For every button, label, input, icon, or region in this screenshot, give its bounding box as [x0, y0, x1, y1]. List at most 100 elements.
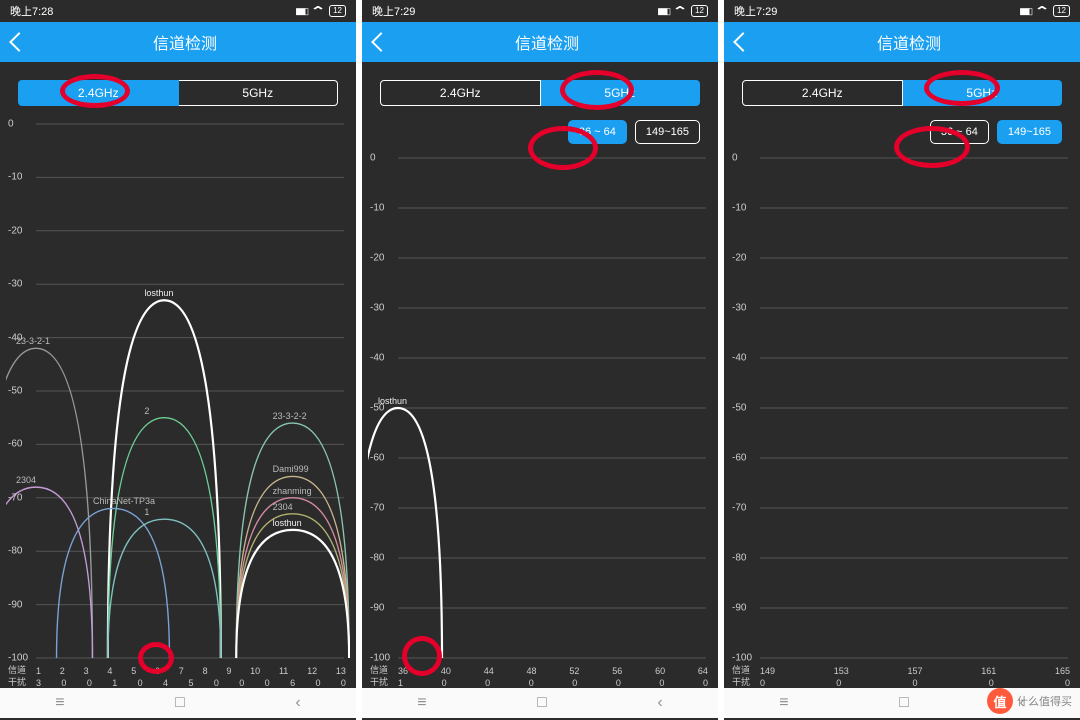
x-interference-value: 0	[989, 678, 994, 688]
status-bar: 晚上7:2812	[0, 0, 356, 22]
x-channel-label: 165	[1055, 666, 1070, 676]
watermark-badge: 值	[987, 688, 1013, 714]
recent-apps-icon[interactable]: ≡	[779, 694, 788, 712]
battery-indicator: 12	[1053, 5, 1070, 17]
network-label: losthun	[144, 288, 173, 298]
subtab-36-64[interactable]: 36 ~ 64	[568, 120, 627, 144]
title-bar: 信道检测	[724, 22, 1080, 62]
x-interference-value: 0	[442, 678, 447, 688]
x-channels-row: 3640444852566064	[398, 666, 708, 676]
recent-apps-icon[interactable]: ≡	[417, 694, 426, 712]
y-tick-label: -50	[732, 403, 746, 414]
x-channel-label: 60	[655, 666, 665, 676]
y-tick-label: -30	[8, 279, 22, 290]
y-tick-label: -10	[732, 203, 746, 214]
home-icon[interactable]: □	[899, 694, 909, 712]
wifi-icon	[1037, 4, 1047, 18]
tab-5ghz[interactable]: 5GHz	[541, 80, 701, 106]
y-tick-label: -60	[370, 453, 384, 464]
y-tick-label: -70	[8, 492, 22, 503]
network-label: Dami999	[273, 464, 309, 474]
y-tick-label: -10	[370, 203, 384, 214]
y-tick-label: -20	[732, 253, 746, 264]
y-tick-label: -40	[370, 353, 384, 364]
y-tick-label: -50	[8, 386, 22, 397]
recent-apps-icon[interactable]: ≡	[55, 694, 64, 712]
x-interference-value: 1	[398, 678, 403, 688]
y-tick-label: -100	[732, 653, 752, 664]
network-label: 23-3-2-1	[16, 336, 50, 346]
x-channel-label: 4	[107, 666, 112, 676]
x-channel-label: 48	[527, 666, 537, 676]
network-label: 1	[144, 507, 149, 517]
network-label: 2	[144, 406, 149, 416]
x-channel-label: 11	[279, 666, 288, 676]
tab-5ghz[interactable]: 5GHz	[179, 80, 339, 106]
status-time: 晚上7:29	[372, 3, 415, 19]
x-channel-label: 153	[834, 666, 849, 676]
x-interference-row: 3001045000600	[36, 678, 346, 688]
status-time: 晚上7:28	[10, 3, 53, 19]
network-label: zhanming	[273, 486, 312, 496]
x-channel-label: 10	[250, 666, 260, 676]
signal-chart: 0-10-20-30-40-50-60-70-80-90-100信道干扰1491…	[730, 154, 1074, 688]
status-bar: 晚上7:2912	[362, 0, 718, 22]
y-tick-label: -10	[8, 172, 22, 183]
network-curve	[236, 530, 349, 658]
y-tick-label: -30	[732, 303, 746, 314]
signal-icon	[1019, 5, 1031, 17]
x-interference-value: 0	[341, 678, 346, 688]
wifi-icon	[313, 4, 323, 18]
y-tick-label: -90	[732, 603, 746, 614]
x-interference-value: 0	[138, 678, 143, 688]
x-interference-value: 0	[659, 678, 664, 688]
x-interference-value: 0	[572, 678, 577, 688]
subtab-149-165[interactable]: 149~165	[635, 120, 700, 144]
y-tick-label: -20	[8, 225, 22, 236]
y-tick-label: -80	[8, 546, 22, 557]
nav-back-icon[interactable]: ‹	[657, 694, 662, 712]
x-channel-label: 7	[179, 666, 184, 676]
network-label: 23-3-2-2	[273, 411, 307, 421]
band-tabs: 2.4GHz5GHz	[0, 62, 356, 114]
x-channel-label: 2	[60, 666, 65, 676]
x-row-label-interference: 干扰	[732, 675, 750, 688]
network-label: losthun	[273, 518, 302, 528]
page-title: 信道检测	[388, 30, 706, 54]
x-channels-row: 12345678910111213	[36, 666, 346, 676]
y-tick-label: -80	[732, 553, 746, 564]
x-interference-value: 0	[485, 678, 490, 688]
x-interference-value: 0	[703, 678, 708, 688]
x-interference-value: 0	[1065, 678, 1070, 688]
y-tick-label: -90	[370, 603, 384, 614]
subtab-149-165[interactable]: 149~165	[997, 120, 1062, 144]
tab-2-4ghz[interactable]: 2.4GHz	[18, 80, 179, 106]
band-tabs: 2.4GHz5GHz	[362, 62, 718, 114]
network-curve	[108, 519, 221, 658]
x-interference-value: 0	[265, 678, 270, 688]
home-icon[interactable]: □	[175, 694, 185, 712]
title-bar: 信道检测	[362, 22, 718, 62]
network-label: losthun	[378, 396, 407, 406]
x-channel-label: 40	[441, 666, 451, 676]
status-bar: 晚上7:2912	[724, 0, 1080, 22]
title-bar: 信道检测	[0, 22, 356, 62]
x-row-label-interference: 干扰	[370, 675, 388, 688]
android-nav-bar: ≡ □ ‹	[0, 688, 356, 718]
y-tick-label: -30	[370, 303, 384, 314]
x-interference-value: 0	[87, 678, 92, 688]
x-interference-row: 00000	[760, 678, 1070, 688]
phone-screen: 晚上7:2812信道检测2.4GHz5GHz0-10-20-30-40-50-6…	[0, 0, 356, 720]
watermark-text: 什么值得买	[1017, 693, 1072, 709]
tab-2-4ghz[interactable]: 2.4GHz	[380, 80, 541, 106]
subtab-36-64[interactable]: 36 ~ 64	[930, 120, 989, 144]
x-channel-label: 8	[203, 666, 208, 676]
x-interference-value: 0	[214, 678, 219, 688]
tab-2-4ghz[interactable]: 2.4GHz	[742, 80, 903, 106]
chart-svg	[6, 120, 350, 662]
chart-svg	[730, 154, 1074, 662]
tab-5ghz[interactable]: 5GHz	[903, 80, 1063, 106]
home-icon[interactable]: □	[537, 694, 547, 712]
x-interference-value: 3	[36, 678, 41, 688]
nav-back-icon[interactable]: ‹	[295, 694, 300, 712]
